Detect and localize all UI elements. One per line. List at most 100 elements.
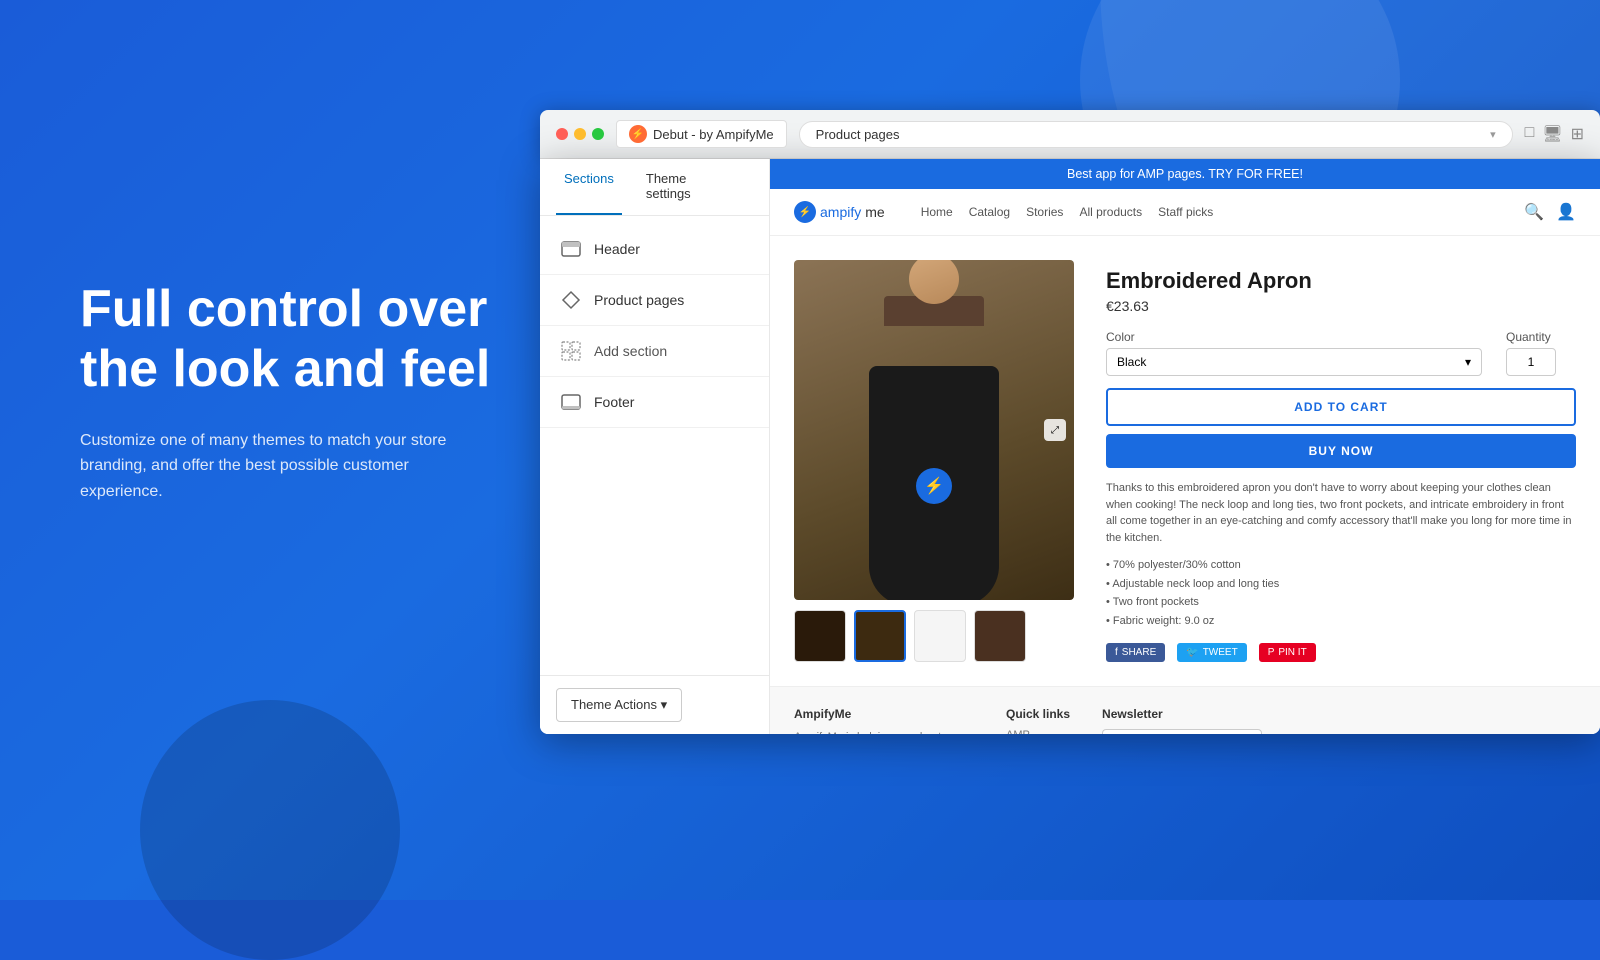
search-icon[interactable]: 🔍 <box>1524 202 1544 222</box>
footer-col-newsletter: Newsletter SUBSCRIBE <box>1102 707 1262 734</box>
expand-button[interactable]: ⤢ <box>1044 419 1066 441</box>
color-dropdown-arrow: ▾ <box>1465 355 1471 369</box>
color-select[interactable]: Black ▾ <box>1106 348 1482 376</box>
view-icon-3[interactable]: ⊞ <box>1571 124 1584 144</box>
sidebar-footer-actions: Theme Actions ▾ <box>540 675 769 734</box>
footer-col1-text: AmpifyMe is helping merchants create the… <box>794 729 974 734</box>
nav-link-stories[interactable]: Stories <box>1026 205 1063 219</box>
add-section-label: Add section <box>594 343 667 359</box>
maximize-button[interactable] <box>592 128 604 140</box>
sidebar-tabs: Sections Theme settings <box>540 159 769 216</box>
footer-col3-title: Newsletter <box>1102 707 1262 721</box>
browser-mockup: ⚡ Debut - by AmpifyMe Product pages ▾ □ … <box>540 110 1600 730</box>
url-arrow-icon: ▾ <box>1490 128 1496 141</box>
footer-col1-title: AmpifyMe <box>794 707 974 721</box>
newsletter-email-input[interactable] <box>1102 729 1262 734</box>
nav-link-staff-picks[interactable]: Staff picks <box>1158 205 1213 219</box>
browser-chrome: ⚡ Debut - by AmpifyMe Product pages ▾ □ … <box>540 110 1600 159</box>
store-nav-right-icons: 🔍 👤 <box>1524 202 1576 222</box>
store-footer: AmpifyMe AmpifyMe is helping merchants c… <box>770 686 1600 734</box>
product-info: Embroidered Apron €23.63 Color Black ▾ <box>1106 260 1576 662</box>
share-pin-label: PIN IT <box>1278 647 1306 658</box>
sidebar-item-header[interactable]: Header <box>540 224 769 275</box>
footer-label: Footer <box>594 394 634 410</box>
product-thumbnails <box>794 610 1074 662</box>
share-pinterest-button[interactable]: P PIN IT <box>1259 643 1316 662</box>
qty-label: Quantity <box>1506 330 1576 344</box>
nav-link-home[interactable]: Home <box>921 205 953 219</box>
add-section-icon <box>560 340 582 362</box>
color-option-group: Color Black ▾ <box>1106 330 1482 376</box>
product-options: Color Black ▾ Quantity 1 <box>1106 330 1576 376</box>
main-heading: Full control over the look and feel <box>80 280 560 400</box>
thumbnail-4[interactable] <box>974 610 1026 662</box>
buy-now-button[interactable]: BUY NOW <box>1106 434 1576 468</box>
apron-logo: ⚡ <box>916 468 952 504</box>
thumbnail-1[interactable] <box>794 610 846 662</box>
sidebar-item-add-section[interactable]: Add section <box>540 326 769 377</box>
header-label: Header <box>594 241 640 257</box>
store-preview: ⚡ ampifyme Home Catalog Stories All prod… <box>770 189 1600 734</box>
tab-theme-settings[interactable]: Theme settings <box>638 159 737 215</box>
footer-col2-title: Quick links <box>1006 707 1070 721</box>
qty-option-group: Quantity 1 <box>1506 330 1576 376</box>
browser-view-controls: □ 🖥 ⊞ <box>1525 124 1584 144</box>
url-bar[interactable]: Product pages ▾ <box>799 121 1513 148</box>
product-pages-label: Product pages <box>594 292 684 308</box>
share-row: f SHARE 🐦 TWEET P PIN IT <box>1106 643 1576 662</box>
thumbnail-2[interactable] <box>854 610 906 662</box>
qty-input[interactable]: 1 <box>1506 348 1556 376</box>
color-value: Black <box>1117 355 1146 369</box>
product-title: Embroidered Apron <box>1106 268 1576 294</box>
theme-name-box: ⚡ Debut - by AmpifyMe <box>616 120 787 148</box>
product-bullets: 70% polyester/30% cotton Adjustable neck… <box>1106 556 1576 631</box>
logo-icon: ⚡ <box>794 201 816 223</box>
view-icon-1[interactable]: □ <box>1525 124 1535 144</box>
share-twitter-button[interactable]: 🐦 TWEET <box>1177 643 1246 662</box>
footer-icon <box>560 391 582 413</box>
sidebar-item-product-pages[interactable]: Product pages <box>540 275 769 326</box>
share-fb-label: SHARE <box>1122 647 1156 658</box>
bullet-2: Adjustable neck loop and long ties <box>1106 575 1576 594</box>
theme-actions-button[interactable]: Theme Actions ▾ <box>556 688 682 722</box>
color-label: Color <box>1106 330 1482 344</box>
theme-name-label: Debut - by AmpifyMe <box>653 127 774 142</box>
logo-text-me: me <box>865 204 884 220</box>
facebook-icon: f <box>1115 647 1118 658</box>
url-text: Product pages <box>816 127 1482 142</box>
store-nav-links: Home Catalog Stories All products Staff … <box>921 205 1214 219</box>
view-icon-2[interactable]: 🖥 <box>1542 124 1562 144</box>
bullet-4: Fabric weight: 9.0 oz <box>1106 612 1576 631</box>
minimize-button[interactable] <box>574 128 586 140</box>
account-icon[interactable]: 👤 <box>1556 202 1576 222</box>
browser-body: Sections Theme settings Header <box>540 159 1600 734</box>
window-controls <box>556 128 604 140</box>
nav-link-all-products[interactable]: All products <box>1079 205 1142 219</box>
theme-editor-sidebar: Sections Theme settings Header <box>540 159 770 734</box>
close-button[interactable] <box>556 128 568 140</box>
store-logo: ⚡ ampifyme <box>794 201 885 223</box>
footer-link-amp[interactable]: AMP <box>1006 729 1070 734</box>
tab-sections[interactable]: Sections <box>556 159 622 215</box>
apron-silhouette: ⚡ <box>869 366 999 600</box>
product-main-image: ⚡ ⤢ <box>794 260 1074 600</box>
bullet-3: Two front pockets <box>1106 593 1576 612</box>
twitter-icon: 🐦 <box>1186 647 1198 658</box>
add-to-cart-button[interactable]: ADD TO CART <box>1106 388 1576 426</box>
product-images: ⚡ ⤢ <box>794 260 1074 662</box>
footer-col-quicklinks: Quick links AMP PWA Case studies <box>1006 707 1070 734</box>
diamond-icon <box>560 289 582 311</box>
share-facebook-button[interactable]: f SHARE <box>1106 643 1165 662</box>
product-price: €23.63 <box>1106 298 1576 314</box>
nav-link-catalog[interactable]: Catalog <box>969 205 1010 219</box>
bullet-1: 70% polyester/30% cotton <box>1106 556 1576 575</box>
theme-logo-icon: ⚡ <box>629 125 647 143</box>
product-description: Thanks to this embroidered apron you don… <box>1106 480 1576 546</box>
thumbnail-3[interactable] <box>914 610 966 662</box>
sidebar-item-footer[interactable]: Footer <box>540 377 769 428</box>
left-content-section: Full control over the look and feel Cust… <box>80 280 560 504</box>
store-navigation: ⚡ ampifyme Home Catalog Stories All prod… <box>770 189 1600 236</box>
footer-col-ampifyme: AmpifyMe AmpifyMe is helping merchants c… <box>794 707 974 734</box>
store-preview-area: Best app for AMP pages. TRY FOR FREE! ⚡ … <box>770 159 1600 734</box>
promo-banner: Best app for AMP pages. TRY FOR FREE! <box>770 159 1600 189</box>
